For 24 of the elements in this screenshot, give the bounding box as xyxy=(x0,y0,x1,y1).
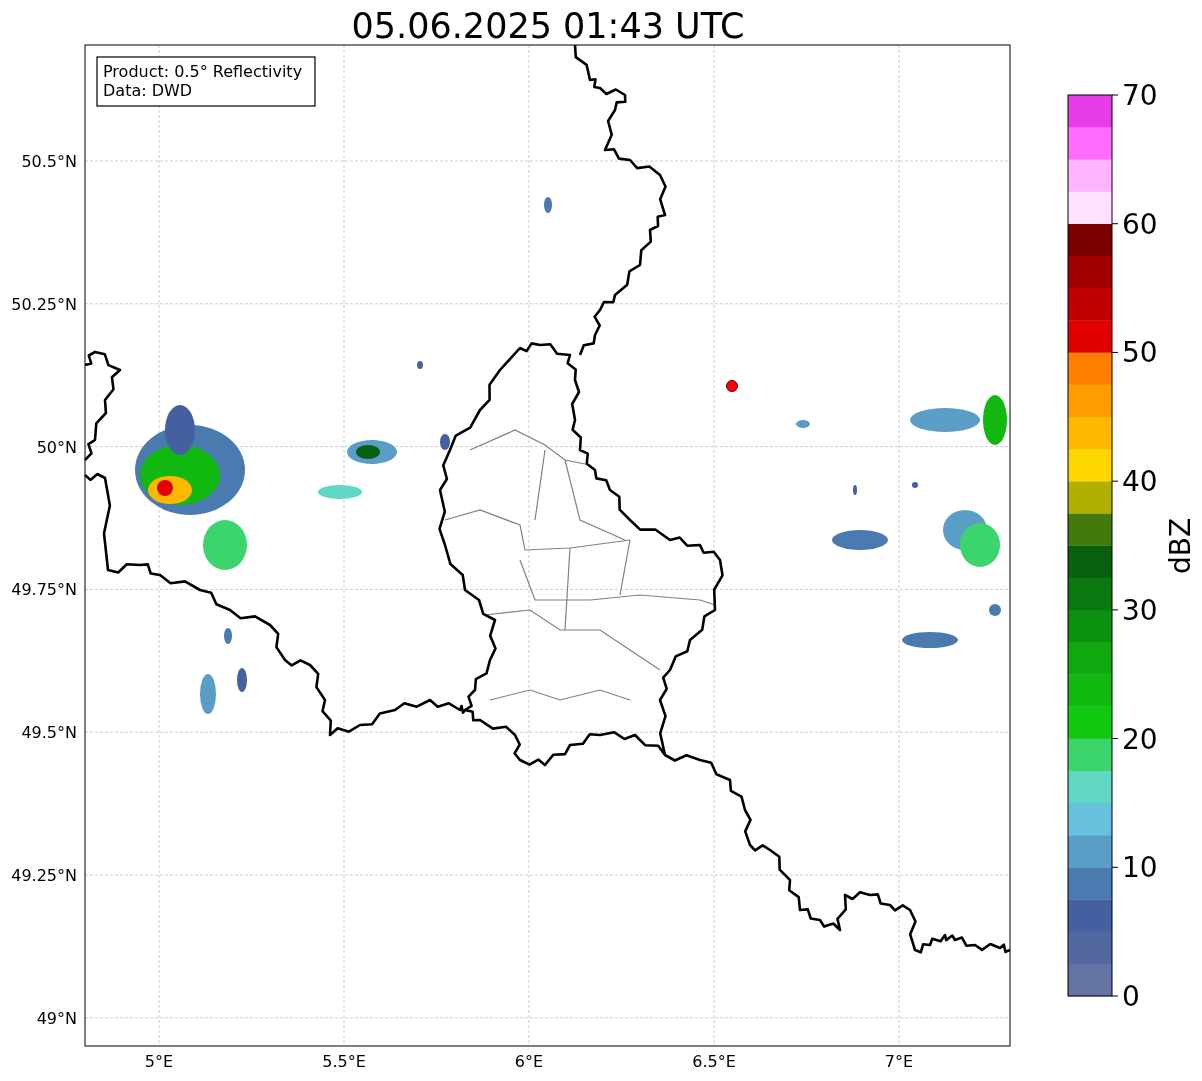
latitude-label: 49.25°N xyxy=(11,866,77,885)
colorbar-tick-label: 20 xyxy=(1122,722,1158,756)
chart-title: 05.06.2025 01:43 UTC xyxy=(351,6,745,46)
colorbar-tick-label: 60 xyxy=(1122,207,1158,241)
colorbar-label: dBZ xyxy=(1164,517,1197,575)
colorbar-tick-label: 10 xyxy=(1122,851,1158,885)
latitude-label: 49.75°N xyxy=(11,580,77,600)
colorbar-tick-label: 40 xyxy=(1122,465,1158,499)
colorbar-tick-label: 70 xyxy=(1122,79,1158,112)
latitude-label: 50.25°N xyxy=(11,294,77,314)
info-text: Data: DWD xyxy=(103,81,193,100)
latitude-label: 49.5°N xyxy=(21,723,77,743)
longitude-label: 5.5°E xyxy=(322,1052,366,1071)
longitude-label: 7°E xyxy=(884,1052,914,1071)
latitude-label: 49°N xyxy=(36,1008,77,1028)
latitude-label: 50°N xyxy=(36,437,77,457)
longitude-label: 5°E xyxy=(144,1052,174,1071)
colorbar-tick-label: 50 xyxy=(1122,336,1158,370)
latitude-label: 50.5°N xyxy=(21,152,77,171)
colorbar-tick-label: 0 xyxy=(1122,980,1140,1013)
longitude-label: 6°E xyxy=(514,1052,544,1071)
colorbar-tick-label: 30 xyxy=(1122,593,1158,627)
info-text: Product: 0.5° Reflectivity xyxy=(103,62,303,81)
longitude-label: 6.5°E xyxy=(692,1052,736,1071)
